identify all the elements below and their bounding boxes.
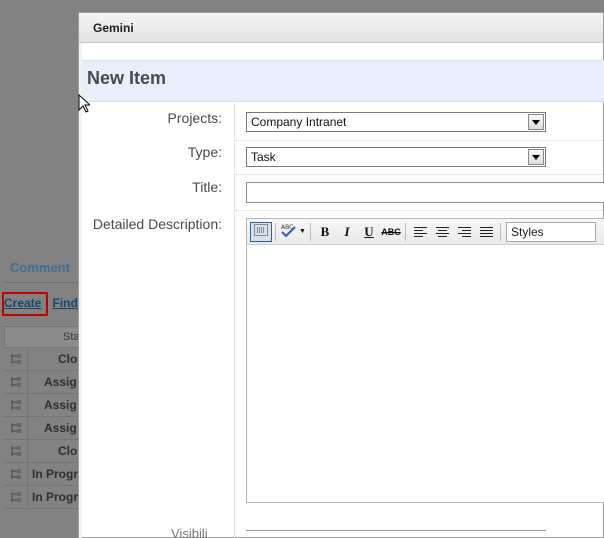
italic-button[interactable]: I xyxy=(336,222,358,242)
table-row[interactable]: In Progr xyxy=(4,463,80,486)
table-row[interactable]: Clo xyxy=(4,440,80,463)
chevron-down-icon[interactable] xyxy=(528,114,544,130)
row-status: Assig xyxy=(44,398,77,412)
items-table: Sta Clo Assig Assig Assig Clo In Progr I… xyxy=(4,326,80,509)
row-status: In Progr xyxy=(32,467,79,481)
section-divider xyxy=(4,282,78,283)
label-column-divider xyxy=(234,103,235,538)
title-input[interactable] xyxy=(246,182,604,203)
dialog-title-bar[interactable]: Gemini xyxy=(79,13,603,43)
new-item-dialog: Gemini New Item Projects: Company Intran… xyxy=(78,12,604,538)
tree-icon xyxy=(4,417,28,439)
visibility-field[interactable] xyxy=(246,530,546,538)
align-center-icon xyxy=(435,226,449,237)
tree-icon xyxy=(4,486,28,508)
tree-icon xyxy=(4,440,28,462)
toolbar-separator xyxy=(405,222,406,241)
mouse-pointer-icon xyxy=(78,93,92,116)
align-center-button[interactable] xyxy=(431,222,453,242)
toolbar-separator xyxy=(310,222,311,241)
status-column-header: Sta xyxy=(4,326,80,348)
row-status: Clo xyxy=(58,444,78,458)
type-select[interactable]: Task xyxy=(246,147,546,167)
find-link[interactable]: Find xyxy=(52,296,77,310)
styles-dropdown[interactable]: Styles xyxy=(506,221,596,242)
dotted-box-icon xyxy=(254,224,268,239)
create-highlight-box xyxy=(2,292,48,316)
chevron-down-icon: ▼ xyxy=(299,228,306,235)
row-separator xyxy=(235,210,604,211)
type-value: Task xyxy=(251,150,276,164)
row-status: Assig xyxy=(44,375,77,389)
underline-button[interactable]: U xyxy=(358,222,380,242)
spellcheck-button[interactable]: ABC ▼ xyxy=(279,222,307,242)
heading-band: New Item xyxy=(82,60,604,102)
align-right-button[interactable] xyxy=(453,222,475,242)
row-separator xyxy=(235,174,604,175)
chevron-down-icon[interactable] xyxy=(528,149,544,165)
description-editor[interactable]: ABC ▼ B I U ABC Styles xyxy=(246,218,604,503)
align-right-icon xyxy=(457,226,471,237)
toolbar-separator xyxy=(275,222,276,241)
source-view-button[interactable] xyxy=(250,221,272,242)
projects-value: Company Intranet xyxy=(251,115,347,129)
toolbar-separator xyxy=(500,222,501,241)
visibility-label: Visibili xyxy=(171,526,208,538)
editor-toolbar: ABC ▼ B I U ABC Styles xyxy=(247,219,604,245)
comment-section-title: Comment xyxy=(10,260,70,275)
type-label: Type: xyxy=(187,144,222,160)
table-row[interactable]: In Progr xyxy=(4,486,80,509)
bold-button[interactable]: B xyxy=(314,222,336,242)
justify-button[interactable] xyxy=(475,222,497,242)
dialog-left-strip xyxy=(79,43,82,538)
table-row[interactable]: Assig xyxy=(4,394,80,417)
row-status: In Progr xyxy=(32,490,79,504)
description-label: Detailed Description: xyxy=(92,216,222,232)
row-status: Assig xyxy=(44,421,77,435)
tree-icon xyxy=(4,348,28,370)
justify-icon xyxy=(479,226,493,237)
row-separator xyxy=(235,140,604,141)
row-status: Clo xyxy=(58,352,78,366)
abc-check-icon: ABC xyxy=(280,223,298,240)
tree-icon xyxy=(4,371,28,393)
table-row[interactable]: Assig xyxy=(4,371,80,394)
editor-content-area[interactable] xyxy=(247,245,604,502)
tree-icon xyxy=(4,394,28,416)
strikethrough-button[interactable]: ABC xyxy=(380,222,402,242)
tree-icon xyxy=(4,463,28,485)
align-left-button[interactable] xyxy=(409,222,431,242)
projects-label: Projects: xyxy=(167,110,222,126)
projects-select[interactable]: Company Intranet xyxy=(246,112,546,132)
page-title: New Item xyxy=(87,68,167,88)
table-row[interactable]: Assig xyxy=(4,417,80,440)
align-left-icon xyxy=(413,226,427,237)
table-row[interactable]: Clo xyxy=(4,348,80,371)
title-label: Title: xyxy=(192,179,222,195)
